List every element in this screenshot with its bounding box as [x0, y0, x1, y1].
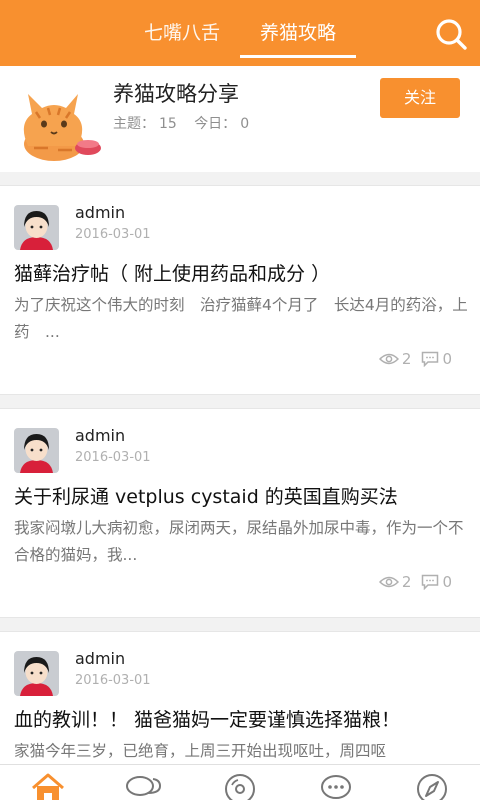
app-screen: 七嘴八舌 养猫攻略 养猫攻略分享 主题： 15 今日： 0 关注 admin 2… — [0, 0, 480, 800]
post-title[interactable]: 血的教训！！ 猫爸猫妈一定要谨慎选择猫粮！ — [14, 705, 474, 732]
chat-bubbles-icon — [126, 776, 162, 796]
post-stats: 2 0 — [378, 349, 452, 369]
post-stats: 2 0 — [378, 572, 452, 592]
avatar[interactable] — [14, 651, 59, 696]
post-title[interactable]: 关于利尿通 vetplus cystaid 的英国直购买法 — [14, 482, 474, 509]
views-count: 2 — [401, 573, 412, 591]
forum-stats: 主题： 15 今日： 0 — [113, 113, 253, 133]
views-stat: 2 — [378, 573, 412, 591]
avatar[interactable] — [14, 205, 59, 250]
nav-discover[interactable] — [412, 771, 452, 800]
bottom-nav — [0, 764, 480, 800]
post-item[interactable]: admin 2016-03-01 关于利尿通 vetplus cystaid 的… — [0, 408, 480, 618]
post-date: 2016-03-01 — [75, 450, 151, 465]
tab-chat[interactable]: 七嘴八舌 — [128, 0, 236, 66]
compass-icon — [417, 774, 447, 800]
post-date: 2016-03-01 — [75, 227, 151, 242]
eye-icon — [378, 576, 399, 588]
comment-icon — [422, 574, 439, 590]
disc-icon — [225, 774, 255, 800]
top-bar: 七嘴八舌 养猫攻略 — [0, 0, 480, 66]
avatar[interactable] — [14, 428, 59, 473]
message-dots-icon — [321, 775, 351, 799]
nav-home[interactable] — [28, 771, 68, 800]
forum-title: 养猫攻略分享 — [113, 82, 239, 106]
post-item[interactable]: admin 2016-03-01 猫藓治疗帖（ 附上使用药品和成分 ） 为了庆祝… — [0, 185, 480, 395]
comments-stat: 0 — [421, 573, 452, 591]
post-excerpt: 为了庆祝这个伟大的时刻 治疗猫藓4个月了 长达4月的药浴，上药 ... — [14, 296, 468, 341]
today-count: 0 — [240, 116, 250, 132]
views-count: 2 — [401, 350, 412, 368]
topics-label: 主题： — [113, 116, 155, 132]
post-author: admin — [75, 203, 126, 222]
topics-count: 15 — [159, 116, 177, 132]
forum-cat-avatar — [14, 84, 102, 164]
post-excerpt: 家猫今年三岁，已绝育，上周三开始出现呕吐，周四呕 — [14, 742, 387, 760]
follow-button[interactable]: 关注 — [380, 78, 460, 118]
today-label: 今日： — [194, 116, 237, 132]
views-stat: 2 — [378, 350, 412, 368]
forum-header: 养猫攻略分享 主题： 15 今日： 0 关注 — [0, 66, 480, 172]
comment-icon — [422, 351, 439, 367]
home-icon — [32, 773, 64, 800]
eye-icon — [378, 353, 399, 365]
comments-count: 0 — [442, 573, 452, 591]
post-title[interactable]: 猫藓治疗帖（ 附上使用药品和成分 ） — [14, 259, 474, 286]
nav-chat[interactable] — [124, 771, 164, 800]
nav-disc[interactable] — [220, 771, 260, 800]
post-author: admin — [75, 426, 126, 445]
search-icon — [436, 19, 467, 50]
post-author: admin — [75, 649, 126, 668]
comments-stat: 0 — [421, 350, 452, 368]
post-excerpt: 我家闷墩儿大病初愈，尿闭两天，尿结晶外加尿中毒，作为一个不合格的猫妈，我... — [14, 519, 464, 564]
nav-messages[interactable] — [316, 771, 356, 800]
search-button[interactable] — [434, 17, 468, 51]
comments-count: 0 — [442, 350, 452, 368]
post-date: 2016-03-01 — [75, 673, 151, 688]
active-tab-indicator — [240, 55, 356, 58]
